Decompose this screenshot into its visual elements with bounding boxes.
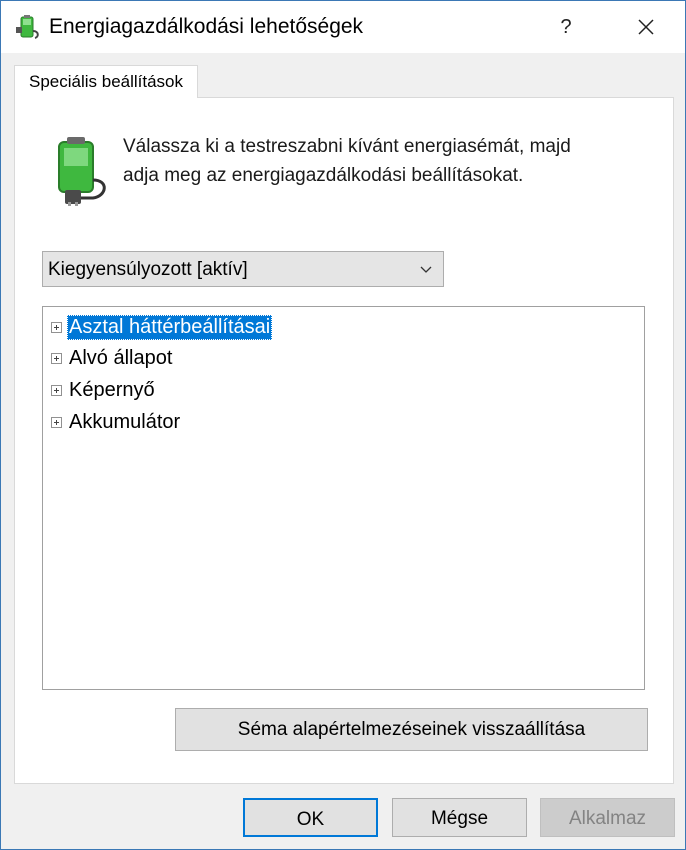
tree-item-sleep[interactable]: Alvó állapot bbox=[51, 344, 174, 372]
apply-button[interactable]: Alkalmaz bbox=[540, 798, 675, 837]
tree-item-label: Alvó állapot bbox=[69, 346, 173, 369]
tree-item-desktop-background[interactable]: Asztal háttérbeállításai bbox=[51, 313, 273, 341]
settings-tree[interactable]: Asztal háttérbeállításai Alvó állapot Ké… bbox=[42, 306, 645, 690]
close-icon[interactable] bbox=[623, 9, 669, 45]
window-title: Energiagazdálkodási lehetőségek bbox=[49, 15, 364, 38]
restore-defaults-button[interactable]: Séma alapértelmezéseinek visszaállítása bbox=[175, 708, 648, 751]
battery-plug-icon bbox=[16, 15, 39, 39]
power-options-dialog: Energiagazdálkodási lehetőségek ? Speciá… bbox=[0, 0, 686, 850]
description-line-1: Válassza ki a testreszabni kívánt energi… bbox=[123, 136, 571, 157]
chevron-down-icon bbox=[420, 266, 432, 273]
help-button[interactable]: ? bbox=[546, 9, 586, 45]
tree-item-label: Képernyő bbox=[69, 378, 155, 401]
tree-item-battery[interactable]: Akkumulátor bbox=[51, 408, 182, 436]
description-text: Válassza ki a testreszabni kívánt energi… bbox=[123, 132, 643, 190]
tree-item-display[interactable]: Képernyő bbox=[51, 376, 157, 404]
tab-advanced-settings[interactable]: Speciális beállítások bbox=[14, 65, 198, 98]
ok-button[interactable]: OK bbox=[243, 798, 378, 837]
cancel-button[interactable]: Mégse bbox=[392, 798, 527, 837]
settings-panel: Válassza ki a testreszabni kívánt energi… bbox=[14, 97, 674, 784]
description-line-2: adja meg az energiagazdálkodási beállítá… bbox=[123, 165, 524, 186]
title-bar[interactable]: Energiagazdálkodási lehetőségek ? bbox=[1, 1, 685, 53]
expand-icon[interactable] bbox=[51, 352, 62, 364]
tree-item-label: Akkumulátor bbox=[69, 410, 181, 433]
expand-icon[interactable] bbox=[51, 416, 62, 428]
battery-plug-icon bbox=[58, 137, 106, 206]
power-scheme-select[interactable]: Kiegyensúlyozott [aktív] bbox=[42, 251, 444, 287]
tree-item-label: Asztal háttérbeállításai bbox=[67, 314, 273, 340]
expand-icon[interactable] bbox=[51, 384, 62, 396]
power-scheme-value: Kiegyensúlyozott [aktív] bbox=[48, 259, 248, 280]
expand-icon[interactable] bbox=[51, 321, 62, 333]
